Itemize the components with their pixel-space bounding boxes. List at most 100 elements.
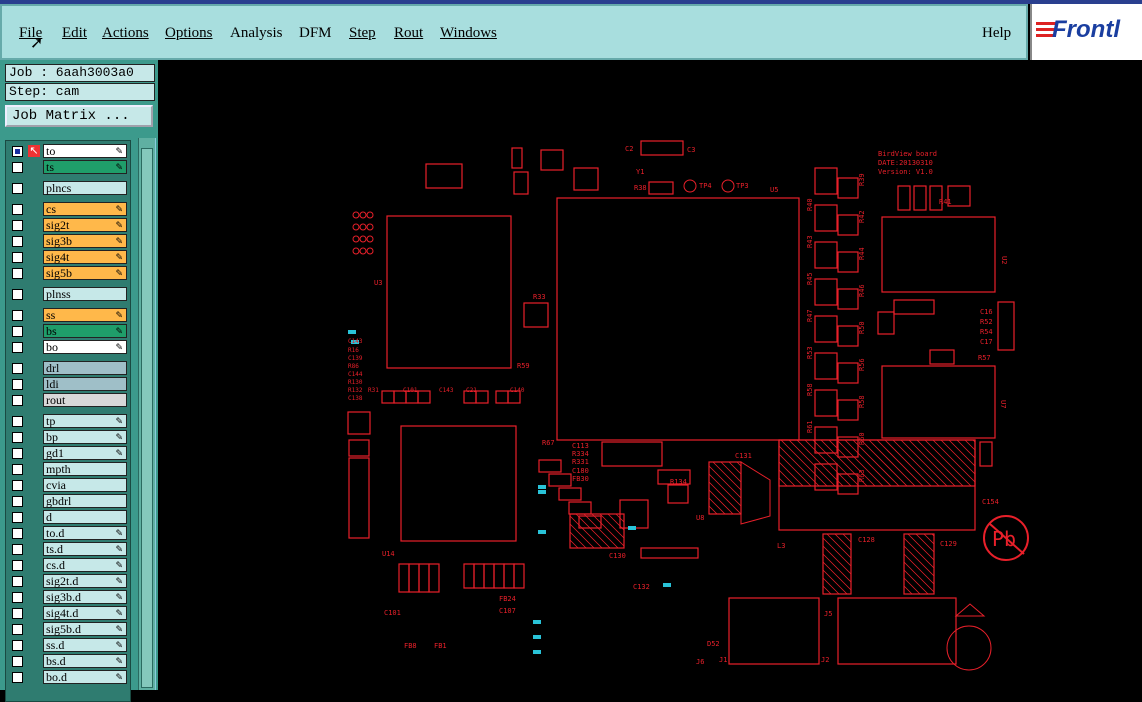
layer-checkbox[interactable] (12, 268, 23, 279)
layer-name[interactable]: gbdrl (43, 494, 127, 508)
job-matrix-button[interactable]: Job Matrix ... (5, 105, 153, 127)
layer-row-ts[interactable]: ts ✎ (6, 160, 130, 175)
layer-row-bo[interactable]: bo ✎ (6, 340, 130, 355)
layer-checkbox[interactable] (12, 640, 23, 651)
layer-name[interactable]: bs ✎ (43, 324, 127, 338)
layer-name[interactable]: bs.d ✎ (43, 654, 127, 668)
layer-row-sig2t[interactable]: sig2t ✎ (6, 218, 130, 233)
layer-name[interactable]: ldi (43, 377, 127, 391)
layer-row-sig5b-d[interactable]: sig5b.d ✎ (6, 622, 130, 637)
menu-help[interactable]: Help (982, 25, 1011, 42)
layer-name[interactable]: cs.d ✎ (43, 558, 127, 572)
layer-row-gbdrl[interactable]: gbdrl (6, 494, 130, 509)
layer-row-rout[interactable]: rout (6, 393, 130, 408)
layer-name[interactable]: rout (43, 393, 127, 407)
layer-row-mpth[interactable]: mpth (6, 462, 130, 477)
layer-name[interactable]: bo.d ✎ (43, 670, 127, 684)
layer-row-cvia[interactable]: cvia (6, 478, 130, 493)
layer-checkbox[interactable] (12, 624, 23, 635)
layer-checkbox[interactable] (12, 512, 23, 523)
layer-name[interactable]: plnss (43, 287, 127, 301)
layer-checkbox[interactable] (12, 480, 23, 491)
menu-dfm[interactable]: DFM (299, 25, 332, 42)
layer-checkbox[interactable] (12, 464, 23, 475)
layer-list-scrollbar[interactable] (138, 138, 156, 690)
layer-checkbox[interactable] (12, 379, 23, 390)
work-layer-arrow-icon[interactable]: ↖ (28, 145, 40, 157)
layer-row-bs[interactable]: bs ✎ (6, 324, 130, 339)
layer-row-cs-d[interactable]: cs.d ✎ (6, 558, 130, 573)
layer-name[interactable]: sig5b.d ✎ (43, 622, 127, 636)
layer-checkbox[interactable] (12, 310, 23, 321)
menu-actions[interactable]: Actions (102, 25, 149, 42)
layer-checkbox[interactable] (12, 252, 23, 263)
layer-name[interactable]: sig3b.d ✎ (43, 590, 127, 604)
menu-rout[interactable]: Rout (394, 25, 423, 42)
layer-row-sig5b[interactable]: sig5b ✎ (6, 266, 130, 281)
layer-name[interactable]: sig5b ✎ (43, 266, 127, 280)
layer-row-bo-d[interactable]: bo.d ✎ (6, 670, 130, 685)
layer-name[interactable]: mpth (43, 462, 127, 476)
layer-row-ss-d[interactable]: ss.d ✎ (6, 638, 130, 653)
layer-checkbox[interactable] (12, 342, 23, 353)
menu-windows[interactable]: Windows (440, 25, 497, 42)
layer-checkbox[interactable] (12, 416, 23, 427)
layer-name[interactable]: tp ✎ (43, 414, 127, 428)
layer-checkbox[interactable] (12, 672, 23, 683)
layer-name[interactable]: sig3b ✎ (43, 234, 127, 248)
layer-row-sig2t-d[interactable]: sig2t.d ✎ (6, 574, 130, 589)
layer-name[interactable]: ts.d ✎ (43, 542, 127, 556)
layer-checkbox[interactable] (12, 183, 23, 194)
layer-row-sig3b[interactable]: sig3b ✎ (6, 234, 130, 249)
layer-checkbox[interactable] (12, 656, 23, 667)
layer-name[interactable]: ts ✎ (43, 160, 127, 174)
layer-checkbox[interactable] (12, 528, 23, 539)
layer-name[interactable]: to ✎ (43, 144, 127, 158)
layer-row-tp[interactable]: tp ✎ (6, 414, 130, 429)
layer-row-cs[interactable]: cs ✎ (6, 202, 130, 217)
menu-options[interactable]: Options (165, 25, 213, 42)
layer-name[interactable]: ss.d ✎ (43, 638, 127, 652)
layer-checkbox[interactable] (12, 146, 23, 157)
layer-row-to-d[interactable]: to.d ✎ (6, 526, 130, 541)
layer-checkbox[interactable] (12, 289, 23, 300)
scrollbar-thumb[interactable] (141, 148, 153, 688)
graphic-canvas[interactable]: Pb BirdView board DATE:20130310 Version: V1… (158, 60, 1142, 690)
layer-checkbox[interactable] (12, 432, 23, 443)
layer-checkbox[interactable] (12, 395, 23, 406)
layer-checkbox[interactable] (12, 576, 23, 587)
layer-name[interactable]: sig2t.d ✎ (43, 574, 127, 588)
layer-name[interactable]: bp ✎ (43, 430, 127, 444)
layer-checkbox[interactable] (12, 162, 23, 173)
menu-edit[interactable]: Edit (62, 25, 87, 42)
layer-name[interactable]: plncs (43, 181, 127, 195)
layer-name[interactable]: gd1 ✎ (43, 446, 127, 460)
layer-checkbox[interactable] (12, 496, 23, 507)
layer-name[interactable]: cs ✎ (43, 202, 127, 216)
layer-checkbox[interactable] (12, 448, 23, 459)
layer-row-ss[interactable]: ss ✎ (6, 308, 130, 323)
layer-checkbox[interactable] (12, 236, 23, 247)
layer-row-sig4t-d[interactable]: sig4t.d ✎ (6, 606, 130, 621)
layer-row-gd1[interactable]: gd1 ✎ (6, 446, 130, 461)
layer-name[interactable]: drl (43, 361, 127, 375)
layer-row-ts-d[interactable]: ts.d ✎ (6, 542, 130, 557)
layer-row-plnss[interactable]: plnss (6, 287, 130, 302)
layer-name[interactable]: cvia (43, 478, 127, 492)
layer-checkbox[interactable] (12, 326, 23, 337)
layer-row-to[interactable]: ↖ to ✎ (6, 144, 130, 159)
layer-row-sig3b-d[interactable]: sig3b.d ✎ (6, 590, 130, 605)
layer-name[interactable]: d (43, 510, 127, 524)
layer-name[interactable]: bo ✎ (43, 340, 127, 354)
menu-step[interactable]: Step (349, 25, 376, 42)
layer-row-plncs[interactable]: plncs (6, 181, 130, 196)
layer-checkbox[interactable] (12, 592, 23, 603)
layer-checkbox[interactable] (12, 204, 23, 215)
layer-name[interactable]: sig4t.d ✎ (43, 606, 127, 620)
layer-checkbox[interactable] (12, 608, 23, 619)
layer-name[interactable]: sig2t ✎ (43, 218, 127, 232)
layer-checkbox[interactable] (12, 363, 23, 374)
layer-row-d[interactable]: d (6, 510, 130, 525)
layer-checkbox[interactable] (12, 220, 23, 231)
layer-checkbox[interactable] (12, 544, 23, 555)
